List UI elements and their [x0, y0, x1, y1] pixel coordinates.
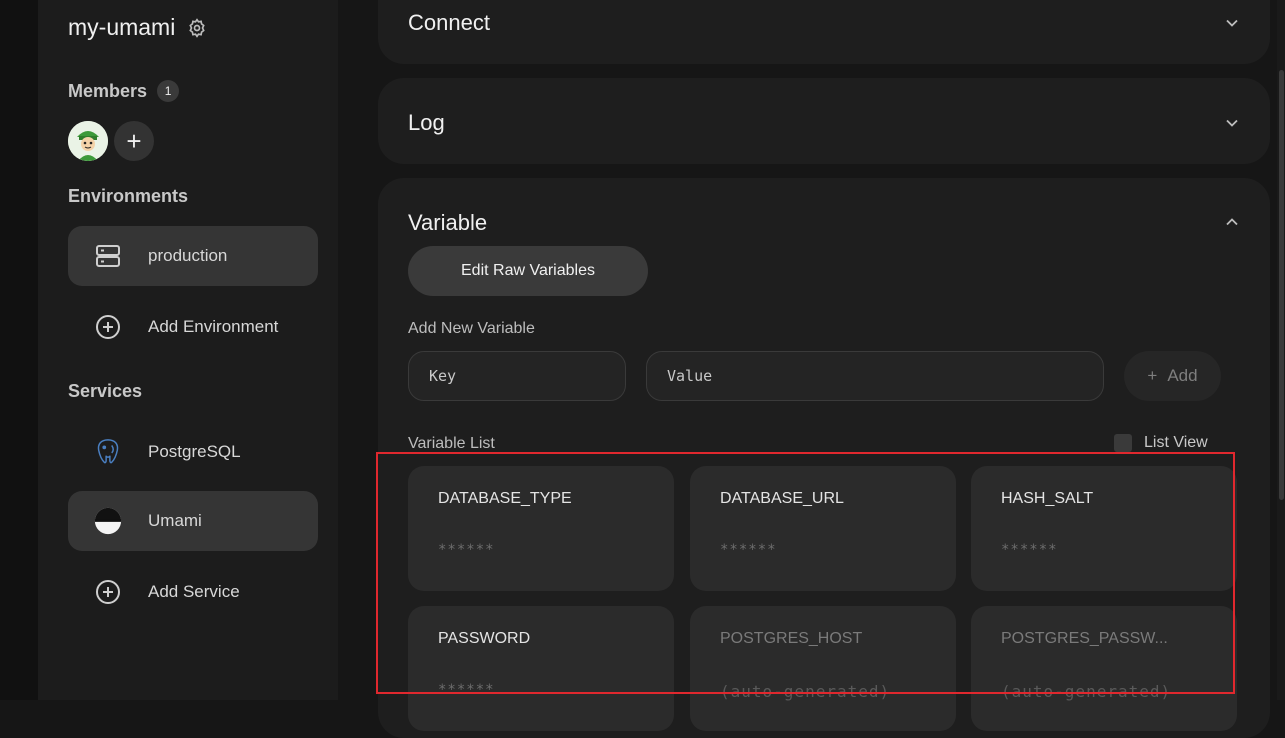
list-view-checkbox[interactable]: [1114, 434, 1132, 452]
window-edge: [0, 0, 38, 700]
variable-title: Variable: [408, 210, 488, 235]
log-title: Log: [408, 110, 445, 135]
umami-icon: [94, 507, 122, 535]
plus-circle-icon: [94, 313, 122, 341]
variable-value: (auto-generated): [1001, 682, 1172, 701]
list-view-label: List View: [1144, 434, 1208, 451]
server-icon: [94, 242, 122, 270]
variable-value: (auto-generated): [720, 682, 891, 701]
value-input[interactable]: Value: [646, 351, 1104, 401]
add-variable-button[interactable]: + Add: [1124, 351, 1221, 401]
variable-value: ******: [438, 542, 495, 558]
key-input[interactable]: Key: [408, 351, 626, 401]
add-member-button[interactable]: +: [114, 121, 154, 161]
variable-card[interactable]: POSTGRES_PASSW... (auto-generated): [971, 606, 1237, 731]
service-label: Umami: [148, 511, 202, 530]
variable-value: ******: [438, 682, 495, 698]
sidebar: my-umami Members 1 + Environments produc…: [38, 0, 338, 700]
variable-list-label: Variable List: [408, 435, 495, 452]
variable-key: HASH_SALT: [1001, 490, 1094, 507]
list-view-toggle[interactable]: List View: [1114, 434, 1208, 452]
service-item-umami[interactable]: Umami: [68, 491, 318, 551]
variable-card[interactable]: PASSWORD ******: [408, 606, 674, 731]
variable-key: PASSWORD: [438, 630, 531, 647]
add-service-button[interactable]: Add Service: [68, 562, 318, 622]
edit-raw-variables-button[interactable]: Edit Raw Variables: [408, 246, 648, 296]
avatar[interactable]: [68, 121, 108, 161]
chevron-up-icon[interactable]: [1224, 214, 1240, 230]
members-label: Members: [68, 80, 148, 101]
variable-key: POSTGRES_HOST: [720, 630, 863, 647]
add-variable-label: Add: [1167, 366, 1198, 385]
members-avatars: +: [68, 121, 154, 161]
connect-title: Connect: [408, 10, 490, 35]
members-header: Members 1: [68, 80, 180, 102]
add-environment-button[interactable]: Add Environment: [68, 297, 318, 357]
log-section[interactable]: Log: [378, 78, 1270, 164]
postgresql-icon: [94, 438, 122, 466]
main-panel: Connect Log Variable Edit Raw Variables …: [378, 0, 1270, 738]
plus-circle-icon: [94, 578, 122, 606]
variable-key: POSTGRES_PASSW...: [1001, 630, 1168, 647]
variable-card[interactable]: DATABASE_URL ******: [690, 466, 956, 591]
environment-item-production[interactable]: production: [68, 226, 318, 286]
scrollbar-thumb[interactable]: [1279, 70, 1284, 500]
chevron-down-icon[interactable]: [1224, 15, 1240, 31]
members-count-badge: 1: [157, 80, 180, 102]
service-item-postgresql[interactable]: PostgreSQL: [68, 422, 318, 482]
services-label: Services: [68, 381, 143, 401]
variable-section: Variable Edit Raw Variables Add New Vari…: [378, 178, 1270, 738]
variable-key: DATABASE_URL: [720, 490, 844, 507]
variable-key: DATABASE_TYPE: [438, 490, 572, 507]
variable-value: ******: [720, 542, 777, 558]
variable-card[interactable]: HASH_SALT ******: [971, 466, 1237, 591]
environment-label: production: [148, 246, 228, 265]
environments-label: Environments: [68, 186, 189, 206]
variable-value: ******: [1001, 542, 1058, 558]
add-new-variable-label: Add New Variable: [408, 320, 535, 337]
plus-icon: +: [1147, 366, 1158, 385]
add-environment-label: Add Environment: [148, 317, 279, 336]
connect-section[interactable]: Connect: [378, 0, 1270, 64]
variable-card[interactable]: POSTGRES_HOST (auto-generated): [690, 606, 956, 731]
gear-icon[interactable]: [187, 17, 207, 38]
service-label: PostgreSQL: [148, 442, 241, 461]
add-service-label: Add Service: [148, 582, 240, 601]
project-name: my-umami: [68, 14, 176, 40]
project-header: my-umami: [68, 14, 207, 41]
variable-card[interactable]: DATABASE_TYPE ******: [408, 466, 674, 591]
plus-icon: +: [126, 125, 142, 156]
chevron-down-icon[interactable]: [1224, 115, 1240, 131]
